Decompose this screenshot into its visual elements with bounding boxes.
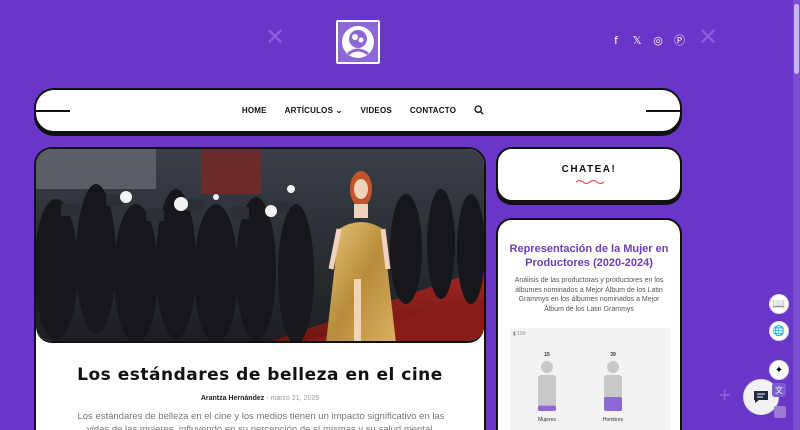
wave-divider-icon <box>576 179 604 185</box>
chat-bubble-icon <box>754 391 768 403</box>
infographic-card: Representación de la Mujer en Productore… <box>496 218 682 430</box>
article-date: marzo 21, 2025 <box>270 395 320 402</box>
sparkle-icon: ✦ <box>774 364 784 376</box>
chevron-down-icon: ⌄ <box>335 106 343 115</box>
search-button[interactable] <box>474 104 484 117</box>
article-meta: Arantza Hernández - marzo 21, 2025 <box>36 395 484 402</box>
chat-card[interactable]: CHATEA! <box>496 147 682 202</box>
main-nav: HOME ARTÍCULOS ⌄ VIDEOS CONTACTO <box>34 88 682 133</box>
person-figure-icon <box>604 361 622 411</box>
book-icon: 📖 <box>772 298 786 310</box>
article-excerpt: Los estándares de belleza en el cine y l… <box>77 411 445 430</box>
article-author[interactable]: Arantza Hernández <box>201 395 264 402</box>
nav-item-articulos-label: ARTÍCULOS <box>284 106 334 115</box>
scrollbar-thumb[interactable] <box>794 4 799 74</box>
language-button[interactable]: 🌐 <box>769 321 789 341</box>
pinterest-icon[interactable]: Ⓟ <box>674 35 685 47</box>
person-figure-icon <box>538 361 556 411</box>
red-carpet-photo <box>36 149 484 341</box>
translate-button[interactable]: 文 <box>772 383 786 397</box>
reader-button[interactable]: 📖 <box>769 294 789 314</box>
decor-cross-left: ✕ <box>265 23 286 51</box>
nav-item-home[interactable]: HOME <box>242 106 267 115</box>
chart-axis: ▮ 100 <box>513 331 525 337</box>
infographic-description: Análisis de las productoras y productore… <box>514 277 664 313</box>
infographic-title: Representación de la Mujer en Productore… <box>509 243 669 269</box>
site-logo[interactable] <box>336 20 380 64</box>
mail-icon[interactable] <box>774 406 786 418</box>
article-hero-image[interactable] <box>36 149 484 343</box>
globe-icon: 🌐 <box>772 325 786 337</box>
x-icon[interactable]: 𝕏 <box>632 35 642 47</box>
facebook-icon[interactable]: f <box>611 35 621 47</box>
search-icon <box>474 104 484 115</box>
chat-title: CHATEA! <box>561 164 617 175</box>
decor-cross-right: ✕ <box>698 23 719 51</box>
scrollbar[interactable] <box>793 0 800 430</box>
nav-item-contacto[interactable]: CONTACTO <box>410 106 456 115</box>
nav-line-left <box>36 110 70 112</box>
social-links: f 𝕏 ◎ Ⓟ <box>611 35 685 47</box>
nav-item-articulos[interactable]: ARTÍCULOS ⌄ <box>285 106 343 115</box>
decor-plus: + <box>718 385 732 404</box>
translate-icon: 文 <box>775 385 783 395</box>
chart-bar <box>538 405 556 411</box>
infographic-chart: ▮ 100 15 Mujeres 39 Hombres <box>510 328 670 430</box>
chart-category-label: Hombres <box>602 417 624 423</box>
ai-assist-button[interactable]: ✦ <box>769 360 789 380</box>
article-card[interactable]: Los estándares de belleza en el cine Ara… <box>34 147 486 430</box>
axis-label: 100 <box>517 331 526 337</box>
chart-figure-mujeres: 15 Mujeres <box>532 352 562 423</box>
chart-bar <box>604 396 622 411</box>
logo-emblem-icon <box>342 26 374 58</box>
chart-category-label: Mujeres <box>538 417 556 423</box>
nav-line-right <box>646 110 680 112</box>
instagram-icon[interactable]: ◎ <box>653 35 663 47</box>
nav-item-videos[interactable]: VIDEOS <box>360 106 391 115</box>
article-title[interactable]: Los estándares de belleza en el cine <box>36 365 484 385</box>
chart-figure-hombres: 39 Hombres <box>598 352 628 423</box>
